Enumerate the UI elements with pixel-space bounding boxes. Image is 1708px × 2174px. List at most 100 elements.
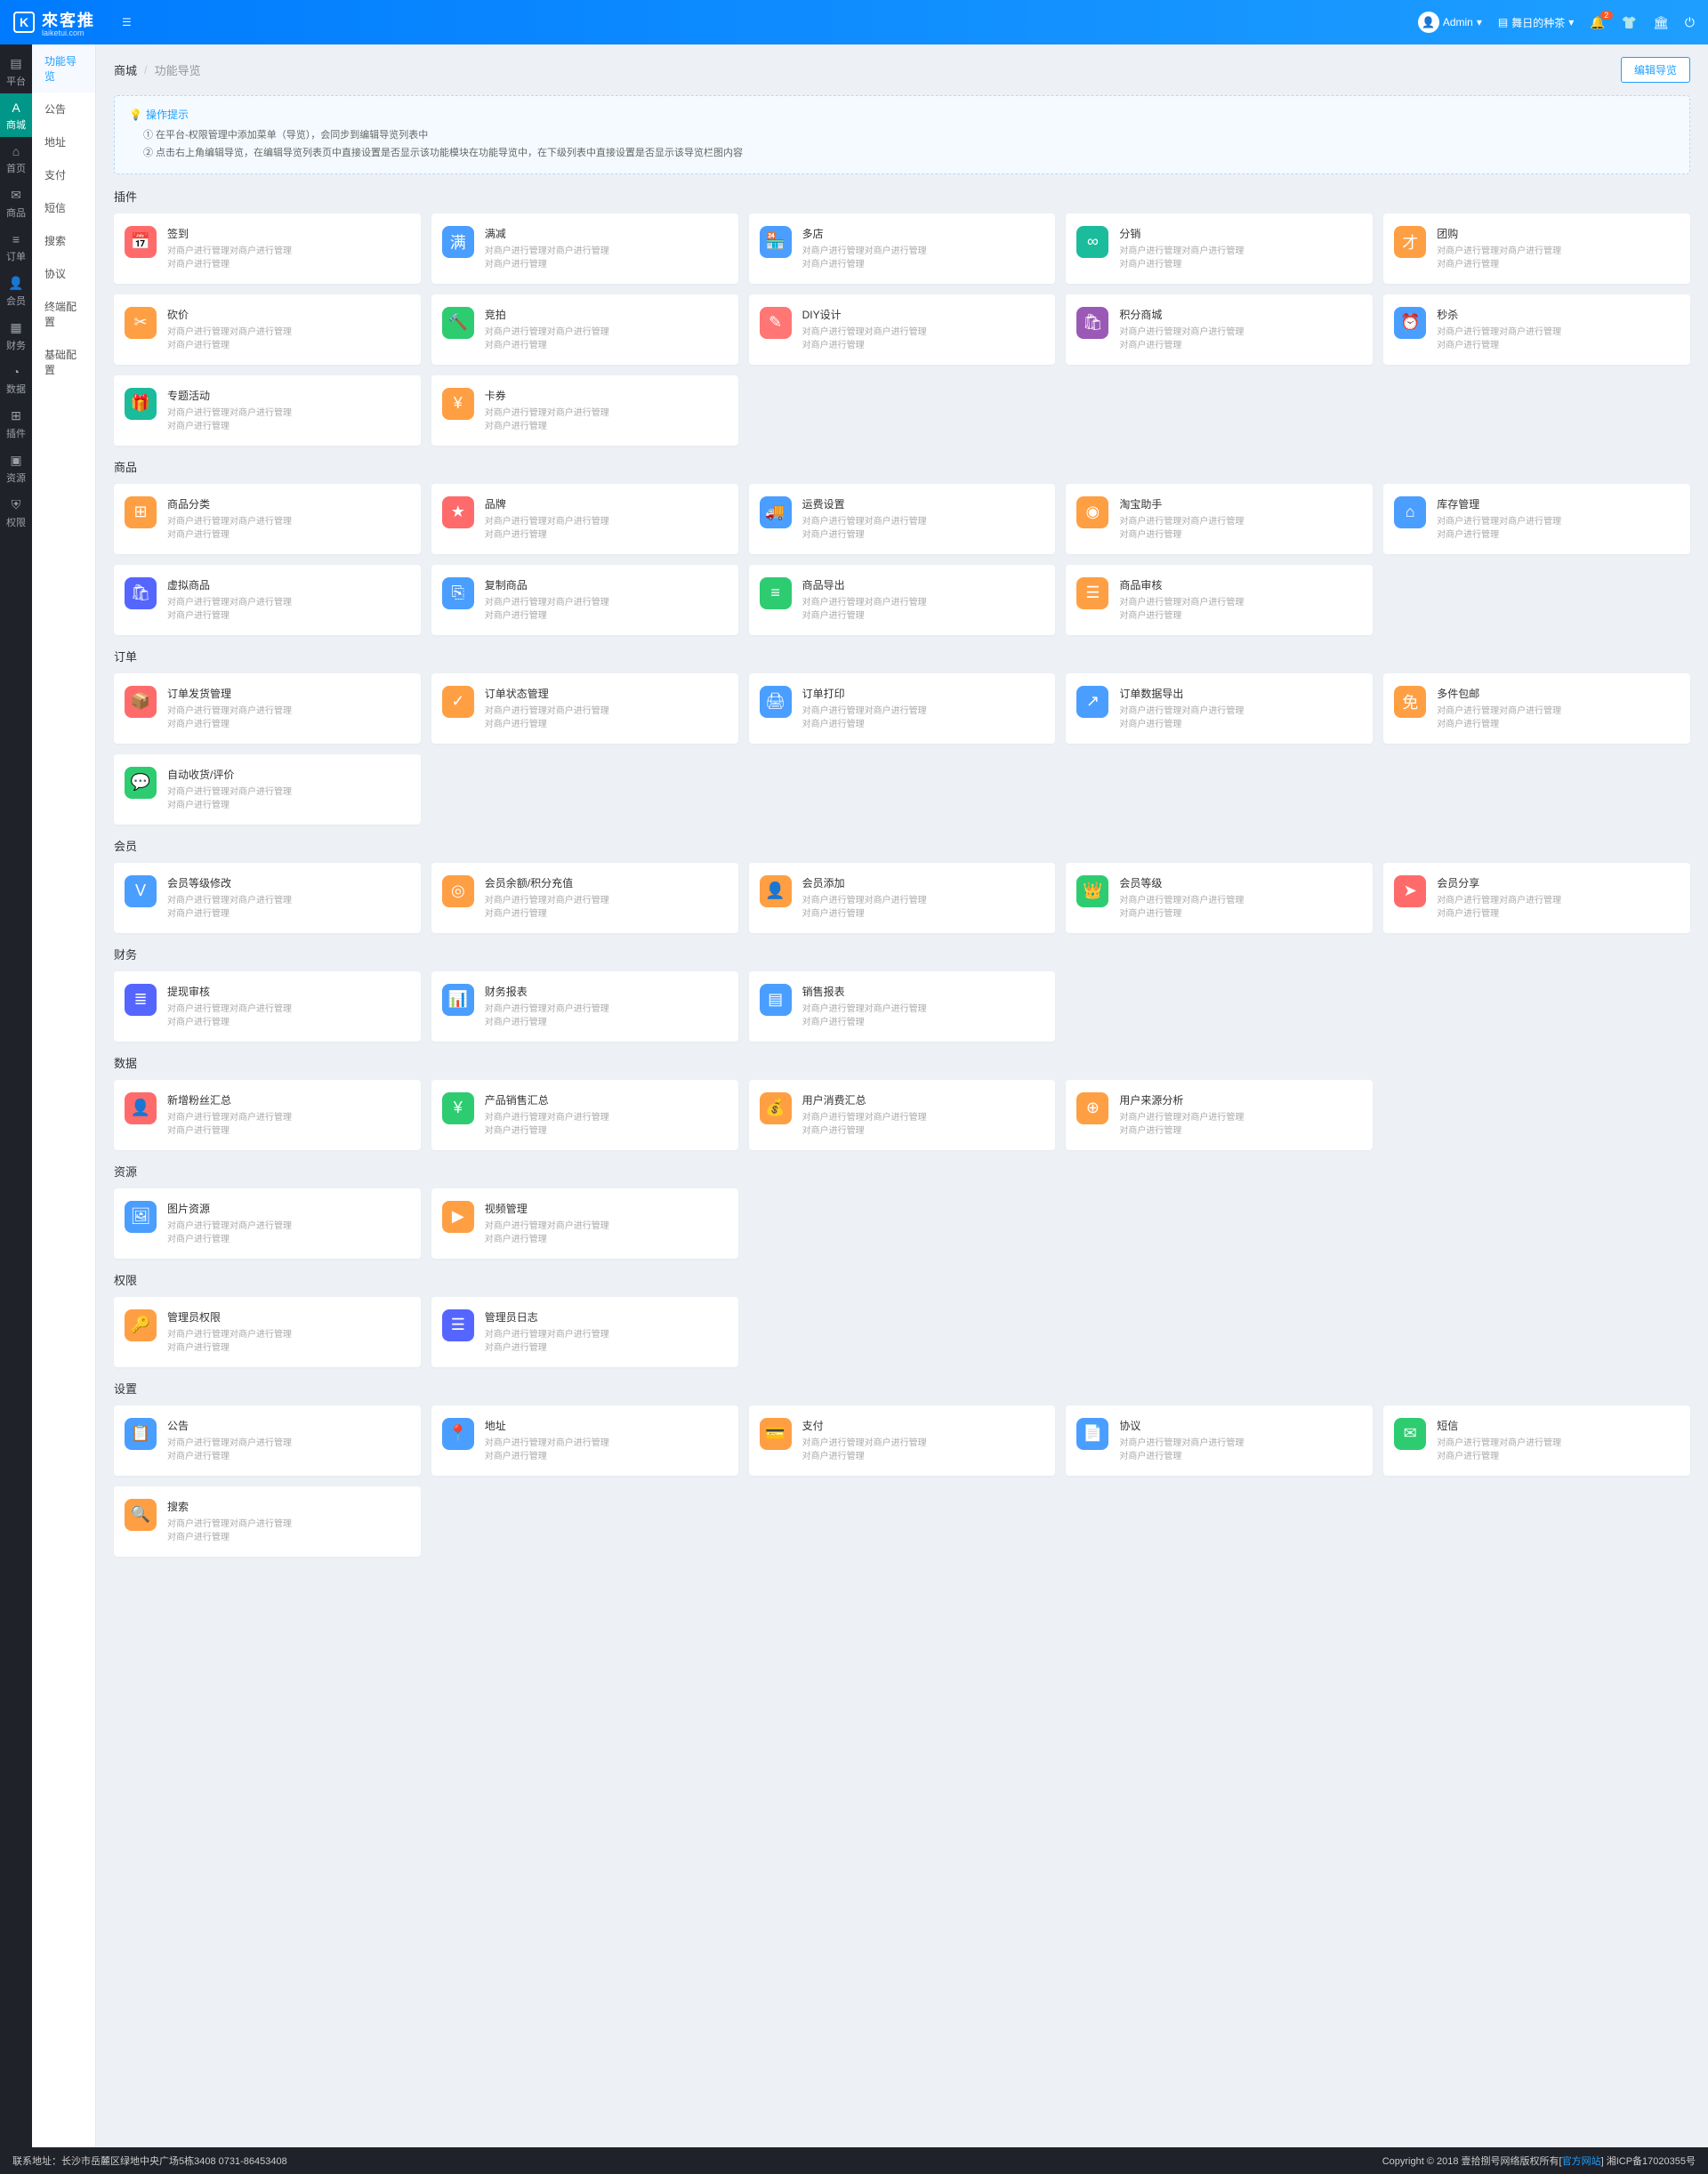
sidebar-item-finance[interactable]: ▦财务 [0,313,32,358]
sub-nav-item[interactable]: 公告 [32,93,95,125]
card-grid: 🖼图片资源对商户进行管理对商户进行管理对商户进行管理▶视频管理对商户进行管理对商… [114,1188,1690,1259]
feature-card[interactable]: ≣提现审核对商户进行管理对商户进行管理对商户进行管理 [114,971,421,1042]
feature-card[interactable]: ¥产品销售汇总对商户进行管理对商户进行管理对商户进行管理 [431,1080,738,1150]
feature-card[interactable]: ⏰秒杀对商户进行管理对商户进行管理对商户进行管理 [1383,294,1690,365]
card-title: 用户消费汇总 [802,1092,1045,1107]
sidebar-item-data[interactable]: ◔数据 [0,358,32,401]
sidebar-item-goods[interactable]: ✉商品 [0,181,32,225]
sidebar-item-members[interactable]: 👤会员 [0,269,32,313]
sub-nav-item[interactable]: 协议 [32,257,95,290]
feature-card[interactable]: 🔍搜索对商户进行管理对商户进行管理对商户进行管理 [114,1486,421,1557]
feature-card[interactable]: ◎会员余额/积分充值对商户进行管理对商户进行管理对商户进行管理 [431,863,738,933]
feature-card[interactable]: V会员等级修改对商户进行管理对商户进行管理对商户进行管理 [114,863,421,933]
edit-guide-button[interactable]: 编辑导览 [1621,57,1690,83]
footer-link[interactable]: 官方网站 [1562,2154,1601,2168]
card-title: 管理员日志 [485,1309,728,1325]
feature-card[interactable]: 👤会员添加对商户进行管理对商户进行管理对商户进行管理 [749,863,1056,933]
card-title: 管理员权限 [167,1309,410,1325]
feature-card[interactable]: ☰管理员日志对商户进行管理对商户进行管理对商户进行管理 [431,1297,738,1367]
feature-card[interactable]: ▶视频管理对商户进行管理对商户进行管理对商户进行管理 [431,1188,738,1259]
feature-card[interactable]: ➤会员分享对商户进行管理对商户进行管理对商户进行管理 [1383,863,1690,933]
members-icon: 👤 [0,276,32,291]
sub-nav-item[interactable]: 短信 [32,191,95,224]
feature-card[interactable]: 🔨竞拍对商户进行管理对商户进行管理对商户进行管理 [431,294,738,365]
feature-card[interactable]: 📋公告对商户进行管理对商户进行管理对商户进行管理 [114,1405,421,1476]
sidebar-secondary: 功能导览公告地址支付短信搜索协议终端配置基础配置 [32,44,96,2147]
feature-card[interactable]: ◉淘宝助手对商户进行管理对商户进行管理对商户进行管理 [1066,484,1373,554]
feature-card[interactable]: 💬自动收货/评价对商户进行管理对商户进行管理对商户进行管理 [114,754,421,825]
sub-nav-item[interactable]: 搜索 [32,224,95,257]
feature-card[interactable]: ✉短信对商户进行管理对商户进行管理对商户进行管理 [1383,1405,1690,1476]
menu-toggle-icon[interactable]: ☰ [122,16,132,28]
feature-card[interactable]: ↗订单数据导出对商户进行管理对商户进行管理对商户进行管理 [1066,673,1373,744]
feature-card[interactable]: ⊞商品分类对商户进行管理对商户进行管理对商户进行管理 [114,484,421,554]
card-icon: 📊 [442,984,474,1016]
sub-nav-item[interactable]: 终端配置 [32,290,95,338]
feature-card[interactable]: 👑会员等级对商户进行管理对商户进行管理对商户进行管理 [1066,863,1373,933]
card-grid: 📋公告对商户进行管理对商户进行管理对商户进行管理📍地址对商户进行管理对商户进行管… [114,1405,1690,1557]
sidebar-item-permissions[interactable]: ⛨权限 [0,490,32,535]
card-icon: ⎘ [442,577,474,609]
card-desc: 对商户进行管理对商户进行管理对商户进行管理 [167,515,410,542]
card-title: 竞拍 [485,307,728,322]
card-desc: 对商户进行管理对商户进行管理对商户进行管理 [1437,245,1680,271]
notice-line: ① 在平台-权限管理中添加菜单（导览），会同步到编辑导览列表中 [129,127,1675,145]
feature-card[interactable]: ≡商品导出对商户进行管理对商户进行管理对商户进行管理 [749,565,1056,635]
feature-card[interactable]: ⎘复制商品对商户进行管理对商户进行管理对商户进行管理 [431,565,738,635]
feature-card[interactable]: ★品牌对商户进行管理对商户进行管理对商户进行管理 [431,484,738,554]
sidebar-item-label: 插件 [6,429,26,439]
feature-card[interactable]: 免多件包邮对商户进行管理对商户进行管理对商户进行管理 [1383,673,1690,744]
sub-nav-item[interactable]: 功能导览 [32,44,95,93]
card-desc: 对商户进行管理对商户进行管理对商户进行管理 [802,894,1045,921]
card-title: 订单数据导出 [1119,686,1362,701]
feature-card[interactable]: 💰用户消费汇总对商户进行管理对商户进行管理对商户进行管理 [749,1080,1056,1150]
sub-nav-item[interactable]: 支付 [32,158,95,191]
feature-card[interactable]: ✂砍价对商户进行管理对商户进行管理对商户进行管理 [114,294,421,365]
sidebar-item-plugins[interactable]: ⊞插件 [0,401,32,446]
avatar-icon: 👤 [1418,12,1439,33]
feature-card[interactable]: 🚚运费设置对商户进行管理对商户进行管理对商户进行管理 [749,484,1056,554]
feature-card[interactable]: 💳支付对商户进行管理对商户进行管理对商户进行管理 [749,1405,1056,1476]
feature-card[interactable]: 👤新增粉丝汇总对商户进行管理对商户进行管理对商户进行管理 [114,1080,421,1150]
sidebar-item-label: 商品 [6,208,26,219]
sub-nav-item[interactable]: 地址 [32,125,95,158]
admin-dropdown[interactable]: 👤 Admin ▾ [1418,12,1482,33]
finance-icon: ▦ [0,320,32,335]
feature-card[interactable]: 🛍虚拟商品对商户进行管理对商户进行管理对商户进行管理 [114,565,421,635]
card-icon: ¥ [442,388,474,420]
feature-card[interactable]: 🔑管理员权限对商户进行管理对商户进行管理对商户进行管理 [114,1297,421,1367]
bell-icon[interactable]: 🔔2 [1590,15,1605,30]
feature-card[interactable]: 满满减对商户进行管理对商户进行管理对商户进行管理 [431,213,738,284]
feature-card[interactable]: 📦订单发货管理对商户进行管理对商户进行管理对商户进行管理 [114,673,421,744]
feature-card[interactable]: 📄协议对商户进行管理对商户进行管理对商户进行管理 [1066,1405,1373,1476]
feature-card[interactable]: ⊕用户来源分析对商户进行管理对商户进行管理对商户进行管理 [1066,1080,1373,1150]
shop-link[interactable]: ▤ 舞日的种茶 ▾ [1498,15,1574,30]
sidebar-item-mall[interactable]: A商城 [0,93,32,137]
feature-card[interactable]: 才团购对商户进行管理对商户进行管理对商户进行管理 [1383,213,1690,284]
feature-card[interactable]: 📍地址对商户进行管理对商户进行管理对商户进行管理 [431,1405,738,1476]
feature-card[interactable]: ∞分销对商户进行管理对商户进行管理对商户进行管理 [1066,213,1373,284]
feature-card[interactable]: ☰商品审核对商户进行管理对商户进行管理对商户进行管理 [1066,565,1373,635]
sub-nav-item[interactable]: 基础配置 [32,338,95,386]
feature-card[interactable]: 🛍积分商城对商户进行管理对商户进行管理对商户进行管理 [1066,294,1373,365]
power-icon[interactable]: ⏻ [1685,15,1695,30]
sidebar-item-resources[interactable]: ▣资源 [0,446,32,490]
sidebar-item-home[interactable]: ⌂首页 [0,137,32,181]
feature-card[interactable]: 📅签到对商户进行管理对商户进行管理对商户进行管理 [114,213,421,284]
logo[interactable]: K 來客推 laiketui.com [13,8,95,37]
card-title: 图片资源 [167,1201,410,1216]
feature-card[interactable]: 🎁专题活动对商户进行管理对商户进行管理对商户进行管理 [114,375,421,446]
feature-card[interactable]: ¥卡券对商户进行管理对商户进行管理对商户进行管理 [431,375,738,446]
tshirt-icon[interactable]: 👕 [1622,15,1637,30]
feature-card[interactable]: ✎DIY设计对商户进行管理对商户进行管理对商户进行管理 [749,294,1056,365]
feature-card[interactable]: ▤销售报表对商户进行管理对商户进行管理对商户进行管理 [749,971,1056,1042]
store-icon[interactable]: 🏛 [1653,15,1669,30]
feature-card[interactable]: ✓订单状态管理对商户进行管理对商户进行管理对商户进行管理 [431,673,738,744]
sidebar-item-orders[interactable]: ≡订单 [0,225,32,269]
sidebar-item-platform[interactable]: ▤平台 [0,49,32,93]
feature-card[interactable]: ⌂库存管理对商户进行管理对商户进行管理对商户进行管理 [1383,484,1690,554]
feature-card[interactable]: 🏪多店对商户进行管理对商户进行管理对商户进行管理 [749,213,1056,284]
feature-card[interactable]: 📊财务报表对商户进行管理对商户进行管理对商户进行管理 [431,971,738,1042]
feature-card[interactable]: 🖼图片资源对商户进行管理对商户进行管理对商户进行管理 [114,1188,421,1259]
feature-card[interactable]: 🖨订单打印对商户进行管理对商户进行管理对商户进行管理 [749,673,1056,744]
